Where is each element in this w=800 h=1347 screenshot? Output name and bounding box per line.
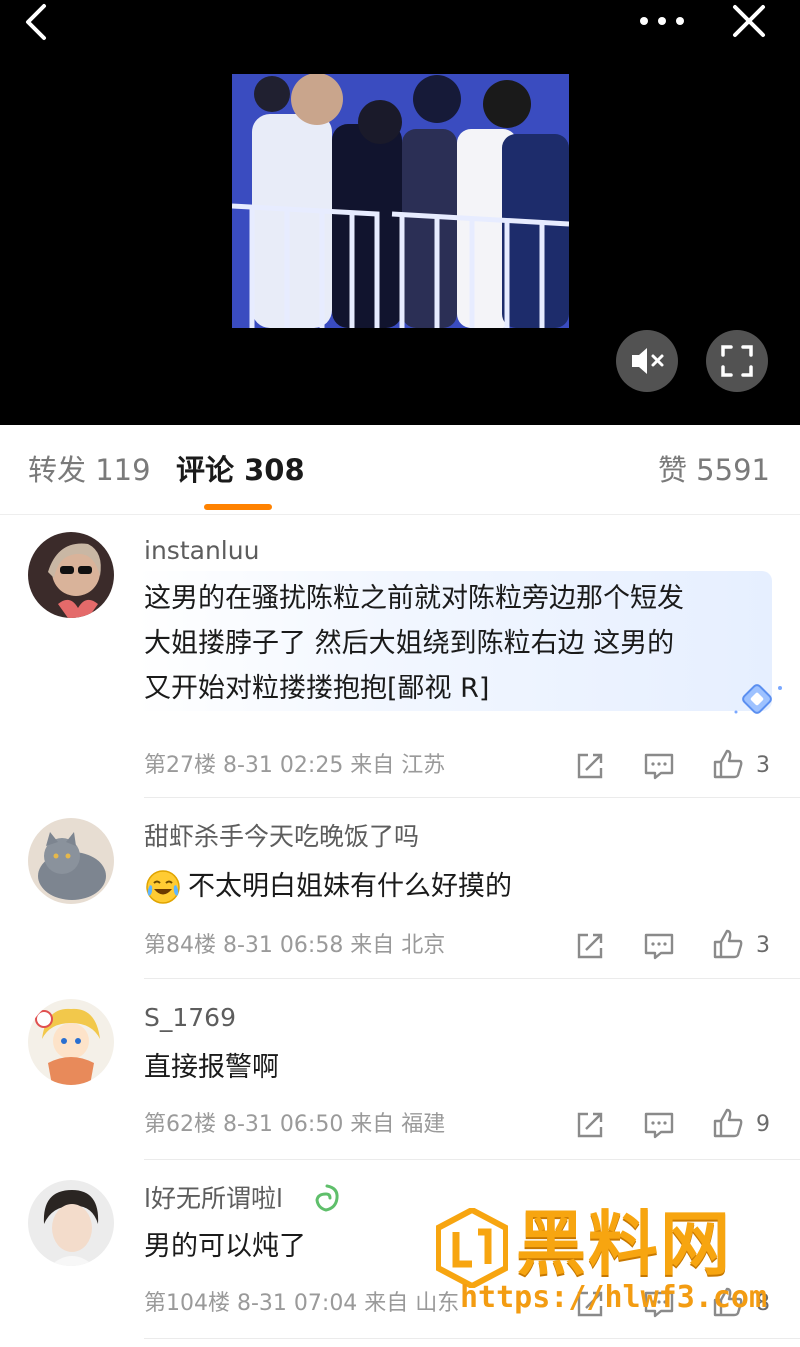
video-frame[interactable] bbox=[232, 74, 569, 328]
video-player[interactable] bbox=[0, 0, 800, 425]
comment-text: 不太明白姐妹有什么好摸的 bbox=[188, 864, 800, 909]
back-button[interactable] bbox=[18, 2, 58, 42]
vip-badge-icon bbox=[315, 1184, 339, 1212]
comment-meta: 第27楼 8-31 02:25 来自 江苏 bbox=[144, 753, 446, 778]
share-button[interactable] bbox=[574, 750, 606, 782]
avatar[interactable] bbox=[28, 818, 114, 904]
share-icon bbox=[577, 1112, 603, 1138]
thumbs-up-icon bbox=[713, 929, 743, 959]
comment-icon bbox=[644, 933, 674, 960]
username[interactable]: 甜虾杀手今天吃晚饭了吗 bbox=[144, 822, 419, 852]
comment-line: 大姐搂脖子了 然后大姐绕到陈粒右边 这男的 bbox=[144, 628, 675, 659]
thumbs-up-icon bbox=[713, 749, 743, 779]
share-icon bbox=[577, 933, 603, 959]
share-button[interactable] bbox=[574, 1109, 606, 1141]
crying-laugh-emoji bbox=[146, 870, 180, 904]
more-horizontal-icon bbox=[640, 17, 684, 25]
comment-icon bbox=[644, 1112, 674, 1139]
tab-comment[interactable]: 评论 308 bbox=[176, 453, 305, 487]
more-button[interactable] bbox=[636, 6, 688, 36]
avatar[interactable] bbox=[28, 1180, 114, 1266]
comment-meta: 第84楼 8-31 06:58 来自 北京 bbox=[144, 933, 446, 958]
comment-item: 甜虾杀手今天吃晚饭了吗 不太明白姐妹有什么好摸的 第84楼 8-31 06:58… bbox=[0, 798, 800, 979]
avatar[interactable] bbox=[28, 532, 114, 618]
reply-button[interactable] bbox=[643, 1109, 675, 1141]
comment-meta: 第104楼 8-31 07:04 来自 山东 bbox=[144, 1291, 460, 1316]
tab-repost[interactable]: 转发 119 bbox=[28, 453, 151, 487]
comment-line: 直接报警啊 bbox=[144, 1052, 279, 1083]
reply-button[interactable] bbox=[643, 930, 675, 962]
like-button[interactable] bbox=[712, 1107, 744, 1139]
like-count: 3 bbox=[756, 753, 770, 778]
share-button[interactable] bbox=[574, 930, 606, 962]
user-avatar-image bbox=[28, 1180, 114, 1266]
like-count: 9 bbox=[756, 1112, 770, 1137]
username[interactable]: l好无所谓啦l bbox=[144, 1184, 283, 1214]
video-still bbox=[232, 74, 569, 328]
close-icon bbox=[733, 5, 765, 37]
avatar[interactable] bbox=[28, 999, 114, 1085]
comment-item: instanluu 这男的在骚扰陈粒之前就对陈粒旁边那个短发 大姐搂脖子了 然后… bbox=[0, 516, 800, 798]
watermark: 黑料网 https://hlwf3.com bbox=[436, 1200, 776, 1330]
username[interactable]: instanluu bbox=[144, 536, 259, 566]
comment-icon bbox=[644, 753, 674, 780]
comment-text: 直接报警啊 bbox=[144, 1045, 764, 1090]
like-count: 3 bbox=[756, 933, 770, 958]
user-avatar-image bbox=[28, 818, 114, 904]
fullscreen-icon bbox=[721, 345, 753, 377]
reply-button[interactable] bbox=[643, 750, 675, 782]
share-icon bbox=[577, 753, 603, 779]
comment-meta: 第62楼 8-31 06:50 来自 福建 bbox=[144, 1112, 446, 1137]
thumbs-up-icon bbox=[713, 1108, 743, 1138]
fullscreen-button[interactable] bbox=[706, 330, 768, 392]
user-avatar-image bbox=[28, 999, 114, 1085]
comment-line: 这男的在骚扰陈粒之前就对陈粒旁边那个短发 bbox=[144, 583, 684, 614]
comment-item: S_1769 直接报警啊 第62楼 8-31 06:50 来自 福建 9 bbox=[0, 979, 800, 1160]
volume-mute-icon bbox=[632, 348, 664, 374]
tab-like[interactable]: 赞 5591 bbox=[658, 453, 770, 487]
mute-button[interactable] bbox=[616, 330, 678, 392]
watermark-logo-icon bbox=[436, 1208, 508, 1288]
watermark-title: 黑料网 bbox=[516, 1203, 732, 1285]
divider bbox=[144, 1338, 800, 1339]
active-tab-indicator bbox=[204, 504, 272, 510]
chevron-left-icon bbox=[26, 4, 46, 40]
comment-line: 又开始对粒搂搂抱抱[鄙视 R] bbox=[144, 673, 490, 704]
username[interactable]: S_1769 bbox=[144, 1003, 236, 1033]
tab-bar: 转发 119 评论 308 赞 5591 bbox=[0, 425, 800, 515]
comment-line: 不太明白姐妹有什么好摸的 bbox=[188, 871, 512, 902]
like-button[interactable] bbox=[712, 748, 744, 780]
watermark-url: https://hlwf3.com bbox=[460, 1280, 768, 1315]
diamond-sparkle-icon bbox=[734, 684, 782, 714]
close-button[interactable] bbox=[728, 0, 770, 42]
comment-text: 这男的在骚扰陈粒之前就对陈粒旁边那个短发 大姐搂脖子了 然后大姐绕到陈粒右边 这… bbox=[144, 576, 764, 711]
user-avatar-image bbox=[28, 532, 114, 618]
like-button[interactable] bbox=[712, 928, 744, 960]
